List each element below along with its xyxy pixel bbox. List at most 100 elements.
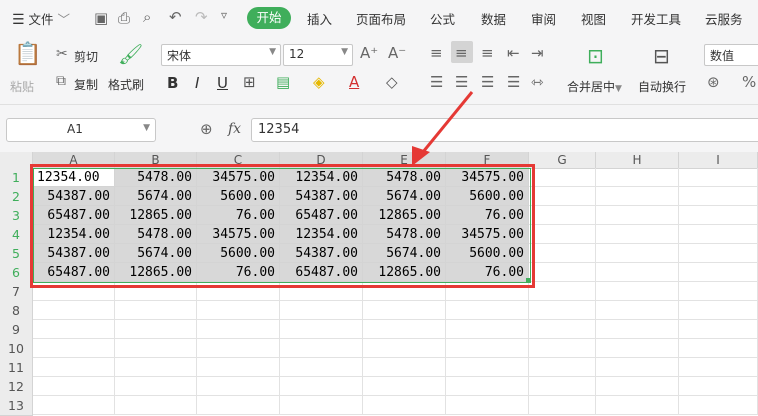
cell[interactable]: [33, 320, 115, 339]
cell[interactable]: [596, 358, 679, 377]
cell-c6[interactable]: 76.00: [197, 263, 280, 282]
number-format-select[interactable]: 数值: [704, 44, 758, 66]
merge-center-icon[interactable]: ⊡: [587, 44, 604, 68]
distribute-icon[interactable]: ⇿: [531, 73, 544, 91]
cell-f3[interactable]: 76.00: [446, 206, 529, 225]
cell[interactable]: [280, 339, 363, 358]
cell[interactable]: [115, 339, 197, 358]
cell-b2[interactable]: 5674.00: [115, 187, 197, 206]
cell[interactable]: [679, 301, 758, 320]
cell[interactable]: [280, 358, 363, 377]
cell[interactable]: [280, 301, 363, 320]
row-header-6[interactable]: 6: [0, 263, 33, 283]
more-icon[interactable]: ▿: [221, 8, 227, 22]
cell[interactable]: [529, 301, 596, 320]
cell-f6[interactable]: 76.00: [446, 263, 529, 282]
italic-icon[interactable]: I: [195, 74, 199, 92]
cell-f1[interactable]: 34575.00: [446, 168, 529, 187]
cell[interactable]: [596, 187, 679, 206]
cell-b5[interactable]: 5674.00: [115, 244, 197, 263]
row-header-4[interactable]: 4: [0, 225, 33, 245]
cell-a4[interactable]: 12354.00: [33, 225, 115, 244]
row-header-2[interactable]: 2: [0, 187, 33, 207]
cell[interactable]: [679, 206, 758, 225]
cell-e5[interactable]: 5674.00: [363, 244, 446, 263]
row-header-1[interactable]: 1: [0, 168, 33, 188]
name-box[interactable]: A1 ▼: [6, 118, 156, 142]
cell[interactable]: [363, 339, 446, 358]
cell[interactable]: [446, 358, 529, 377]
cut-button[interactable]: 剪切: [74, 48, 98, 65]
cell[interactable]: [529, 244, 596, 263]
cell[interactable]: [596, 244, 679, 263]
cell[interactable]: [33, 377, 115, 396]
fill-handle[interactable]: [526, 278, 531, 283]
decrease-font-icon[interactable]: A⁻: [388, 44, 406, 62]
cell[interactable]: [197, 377, 280, 396]
cell[interactable]: [446, 339, 529, 358]
cell[interactable]: [363, 358, 446, 377]
tab-developer[interactable]: 开发工具: [631, 9, 681, 28]
cell[interactable]: [679, 358, 758, 377]
increase-font-icon[interactable]: A⁺: [360, 44, 378, 62]
cell-f5[interactable]: 5600.00: [446, 244, 529, 263]
cell[interactable]: [363, 282, 446, 301]
underline-icon[interactable]: U: [217, 74, 228, 92]
cell-c1[interactable]: 34575.00: [197, 168, 280, 187]
cell-d2[interactable]: 54387.00: [280, 187, 363, 206]
column-header-c[interactable]: C: [197, 152, 280, 169]
cell-f4[interactable]: 34575.00: [446, 225, 529, 244]
font-size-select[interactable]: 12 ▼: [283, 44, 353, 66]
wrap-text-icon[interactable]: ⊟: [653, 44, 670, 68]
tab-cloud[interactable]: 云服务: [705, 9, 743, 28]
cell[interactable]: [679, 339, 758, 358]
cell[interactable]: [33, 358, 115, 377]
merge-center-button[interactable]: 合并居中▼: [567, 78, 622, 95]
cell[interactable]: [679, 377, 758, 396]
cell-d1[interactable]: 12354.00: [280, 168, 363, 187]
justify-icon[interactable]: ☰: [507, 73, 520, 91]
undo-icon[interactable]: ↶: [169, 8, 182, 26]
cell[interactable]: [679, 225, 758, 244]
currency-icon[interactable]: ⊛: [707, 73, 720, 91]
font-name-select[interactable]: 宋体 ▼: [161, 44, 281, 66]
paste-icon[interactable]: 📋: [14, 42, 41, 67]
cell-d6[interactable]: 65487.00: [280, 263, 363, 282]
cell[interactable]: [197, 301, 280, 320]
tab-insert[interactable]: 插入: [307, 9, 332, 28]
save-icon[interactable]: ▣: [94, 9, 108, 27]
cell-c3[interactable]: 76.00: [197, 206, 280, 225]
cell[interactable]: [280, 377, 363, 396]
file-menu[interactable]: ☰ 文件 ﹀: [12, 9, 70, 28]
fill-style-icon[interactable]: ▤: [276, 73, 290, 91]
formula-input[interactable]: 12354: [251, 118, 758, 142]
cell[interactable]: [33, 282, 115, 301]
select-all-corner[interactable]: [0, 152, 33, 169]
cell[interactable]: [596, 282, 679, 301]
cell[interactable]: [679, 263, 758, 282]
cell[interactable]: [529, 168, 596, 187]
cell[interactable]: [529, 263, 596, 282]
cell-c5[interactable]: 5600.00: [197, 244, 280, 263]
cell[interactable]: [529, 187, 596, 206]
cell[interactable]: [197, 339, 280, 358]
cell[interactable]: [115, 377, 197, 396]
cell-d3[interactable]: 65487.00: [280, 206, 363, 225]
tab-review[interactable]: 审阅: [531, 9, 556, 28]
cell-a5[interactable]: 54387.00: [33, 244, 115, 263]
cell-a1[interactable]: 12354.00: [33, 168, 115, 187]
clear-format-icon[interactable]: ◇: [386, 73, 398, 91]
cell[interactable]: [363, 301, 446, 320]
row-header-7[interactable]: 7: [0, 282, 33, 302]
paste-button[interactable]: 粘贴: [10, 78, 34, 95]
row-header-12[interactable]: 12: [0, 377, 33, 397]
cell[interactable]: [529, 358, 596, 377]
cell-e3[interactable]: 12865.00: [363, 206, 446, 225]
cell[interactable]: [33, 339, 115, 358]
cell[interactable]: [529, 320, 596, 339]
bold-icon[interactable]: B: [167, 74, 178, 92]
column-header-b[interactable]: B: [115, 152, 197, 169]
cell[interactable]: [446, 320, 529, 339]
tab-formulas[interactable]: 公式: [430, 9, 455, 28]
cell[interactable]: [529, 282, 596, 301]
